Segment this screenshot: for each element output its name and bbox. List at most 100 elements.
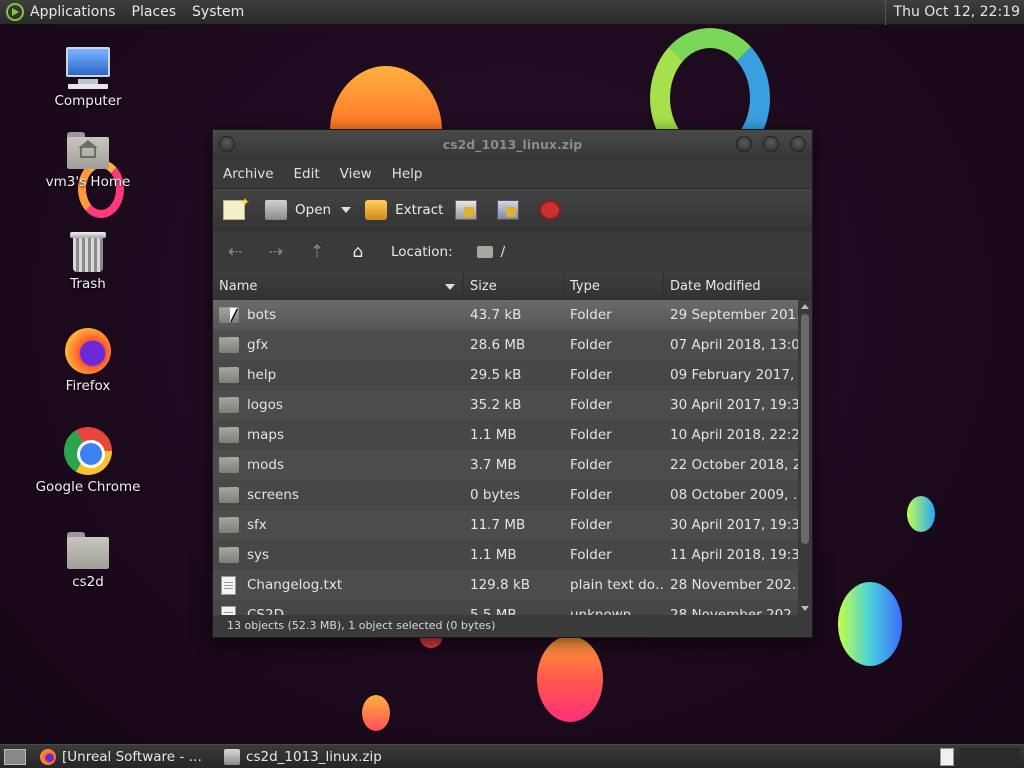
folder-icon — [219, 517, 239, 533]
folder-icon — [219, 427, 239, 443]
table-row[interactable]: bots 43.7 kB Folder 29 September 201… — [213, 300, 798, 330]
window-titlebar[interactable]: cs2d_1013_linux.zip — [213, 130, 812, 160]
location-bar: ⇠ ⇢ ⇡ ⌂ Location: / — [213, 230, 812, 272]
folder-icon — [476, 245, 493, 258]
desktop-icon-computer[interactable]: Computer — [33, 45, 143, 109]
desktop-icon-label: Trash — [70, 276, 106, 292]
menu-system[interactable]: System — [192, 4, 244, 20]
desktop-icon-trash[interactable]: Trash — [33, 230, 143, 292]
table-row[interactable]: Changelog.txt 129.8 kB plain text do… 28… — [213, 570, 798, 600]
home-icon[interactable]: ⌂ — [346, 241, 370, 263]
table-row[interactable]: sfx 11.7 MB Folder 30 April 2017, 19:39 — [213, 510, 798, 540]
archive-manager-window: cs2d_1013_linux.zip Archive Edit View He… — [212, 129, 813, 638]
menu-help[interactable]: Help — [392, 166, 423, 182]
stop-button[interactable] — [539, 199, 569, 220]
file-name: help — [247, 367, 277, 383]
location-label: Location: — [391, 243, 453, 260]
folder-icon — [219, 367, 239, 383]
taskbar-item-archive[interactable]: cs2d_1013_linux.zip — [216, 746, 390, 768]
desktop-icon-chrome[interactable]: Google Chrome — [33, 427, 143, 495]
desktop-icon-firefox[interactable]: Firefox — [33, 328, 143, 394]
menu-applications[interactable]: Applications — [30, 4, 116, 20]
file-size: 129.8 kB — [470, 577, 531, 593]
bg-shape — [537, 636, 603, 722]
folder-icon — [219, 457, 239, 473]
scrollbar-thumb[interactable] — [801, 314, 809, 544]
file-size: 5.5 MB — [470, 607, 517, 615]
column-header-name[interactable]: Name — [213, 273, 464, 299]
clock[interactable]: Thu Oct 12, 22:19 — [884, 0, 1020, 25]
show-desktop-icon[interactable] — [4, 748, 26, 765]
scroll-down-icon[interactable] — [801, 606, 809, 611]
desktop-icon-cs2d[interactable]: cs2d — [33, 530, 143, 590]
scroll-up-icon[interactable] — [801, 304, 809, 309]
column-header-label: Date Modified — [670, 279, 761, 294]
file-date: 07 April 2018, 13:05 — [670, 337, 798, 353]
file-type: Folder — [570, 487, 612, 503]
up-arrow-icon[interactable]: ⇡ — [305, 241, 329, 263]
vertical-scrollbar[interactable] — [798, 300, 812, 615]
window-menu-button[interactable] — [219, 136, 235, 152]
desktop-icon-label: Computer — [54, 93, 122, 109]
file-name: screens — [247, 487, 299, 503]
column-header-type[interactable]: Type — [564, 273, 664, 299]
table-row[interactable]: sys 1.1 MB Folder 11 April 2018, 19:39 — [213, 540, 798, 570]
file-type: Folder — [570, 307, 612, 323]
new-archive-icon — [223, 195, 250, 220]
back-arrow-icon[interactable]: ⇠ — [223, 241, 247, 263]
table-row[interactable]: help 29.5 kB Folder 09 February 2017, … — [213, 360, 798, 390]
workspace-switcher[interactable] — [940, 748, 954, 766]
column-header-size[interactable]: Size — [464, 273, 564, 299]
forward-arrow-icon[interactable]: ⇢ — [264, 241, 288, 263]
table-row[interactable]: CS2D 5.5 MB unknown 28 November 202… — [213, 600, 798, 615]
add-folder-button[interactable] — [497, 199, 527, 220]
menu-view[interactable]: View — [340, 166, 372, 182]
firefox-icon — [40, 748, 56, 765]
menu-edit[interactable]: Edit — [294, 166, 320, 182]
open-label: Open — [295, 201, 332, 218]
table-row[interactable]: gfx 28.6 MB Folder 07 April 2018, 13:05 — [213, 330, 798, 360]
table-row[interactable]: logos 35.2 kB Folder 30 April 2017, 19:3… — [213, 390, 798, 420]
archive-icon — [224, 748, 241, 765]
maximize-button[interactable] — [763, 136, 779, 152]
file-date: 10 April 2018, 22:21 — [670, 427, 798, 443]
desktop-icon-home[interactable]: vm3's Home — [33, 130, 143, 190]
new-archive-button[interactable] — [223, 195, 253, 220]
text-file-icon — [221, 575, 236, 595]
folder-icon — [219, 487, 239, 503]
add-folder-icon — [497, 199, 520, 220]
home-folder-icon — [65, 130, 111, 170]
location-path[interactable]: / — [501, 244, 506, 260]
table-row[interactable]: maps 1.1 MB Folder 10 April 2018, 22:21 — [213, 420, 798, 450]
table-row[interactable]: mods 3.7 MB Folder 22 October 2018, 2… — [213, 450, 798, 480]
file-type: plain text do… — [570, 577, 664, 593]
file-size: 35.2 kB — [470, 397, 522, 413]
menu-archive[interactable]: Archive — [223, 166, 274, 182]
column-header-date[interactable]: Date Modified — [664, 273, 797, 299]
file-size: 3.7 MB — [470, 457, 517, 473]
file-size: 28.6 MB — [470, 337, 526, 353]
taskbar-item-firefox[interactable]: [Unreal Software - … — [32, 746, 210, 768]
file-date: 29 September 201… — [670, 307, 798, 323]
open-icon — [265, 199, 287, 220]
extract-button[interactable]: Extract — [365, 199, 443, 220]
file-date: 09 February 2017, … — [670, 367, 798, 383]
taskbar-item-label: [Unreal Software - … — [62, 748, 203, 765]
close-button[interactable] — [790, 136, 806, 152]
distro-logo-icon[interactable] — [6, 3, 24, 21]
file-size: 43.7 kB — [470, 307, 522, 323]
table-row[interactable]: screens 0 bytes Folder 08 October 2009, … — [213, 480, 798, 510]
minimize-button[interactable] — [736, 136, 752, 152]
bg-shape — [907, 496, 935, 532]
file-type: Folder — [570, 547, 612, 563]
file-type: Folder — [570, 427, 612, 443]
open-button[interactable]: Open — [265, 199, 332, 220]
menu-places[interactable]: Places — [132, 4, 177, 20]
file-type: Folder — [570, 517, 612, 533]
column-header-label: Type — [570, 279, 600, 294]
open-dropdown-chevron-down-icon[interactable] — [341, 206, 352, 213]
list-header: Name Size Type Date Modified — [213, 273, 812, 300]
bottom-panel: [Unreal Software - … cs2d_1013_linux.zip — [0, 744, 1024, 768]
add-files-button[interactable] — [455, 199, 485, 220]
folder-icon — [65, 530, 111, 570]
